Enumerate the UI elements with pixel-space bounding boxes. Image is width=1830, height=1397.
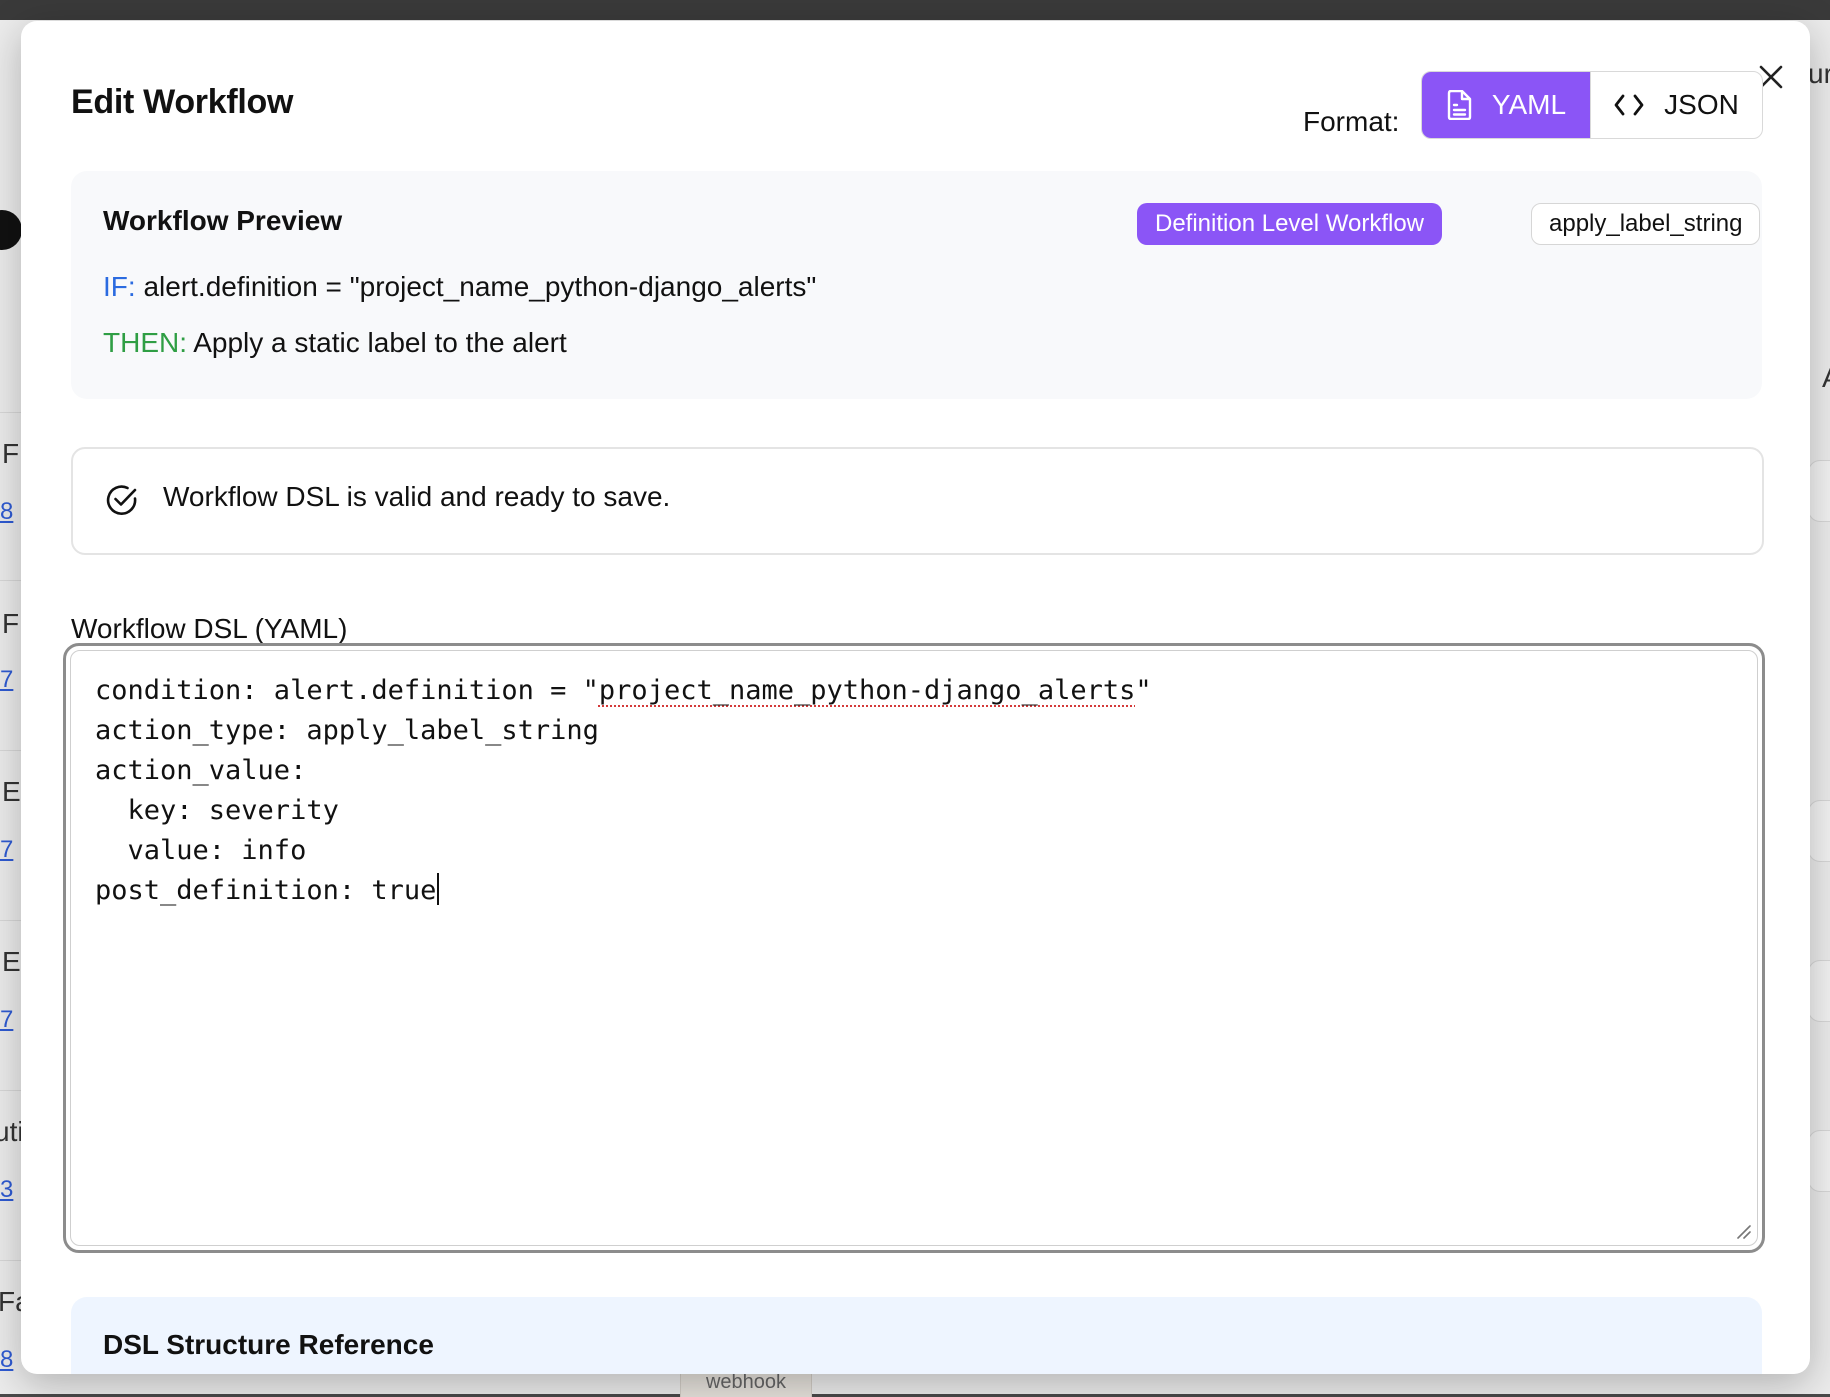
spellcheck-flagged-text: project_name_python-django_alerts [598, 675, 1136, 706]
background-link[interactable]: 7 [0, 666, 13, 694]
code-line: action_type: apply_label_string [95, 715, 599, 746]
background-text: A [1822, 362, 1830, 394]
background-text: ur [1808, 58, 1830, 89]
format-json-label: JSON [1664, 89, 1739, 120]
background-divider [0, 750, 22, 751]
check-circle-icon [106, 485, 137, 515]
resize-handle-icon[interactable] [1733, 1221, 1751, 1239]
background-control [1808, 460, 1830, 522]
document-icon [1447, 90, 1472, 120]
background-divider [0, 1090, 22, 1091]
workflow-preview-title: Workflow Preview [103, 205, 343, 236]
then-keyword: THEN: [103, 327, 187, 358]
code-brackets-icon [1614, 94, 1644, 116]
background-text: E [2, 946, 21, 977]
dsl-editor-focus-ring: condition: alert.definition = "project_n… [63, 643, 1765, 1253]
code-line: value: info [95, 835, 307, 866]
preview-condition: IF: alert.definition = "project_name_pyt… [103, 271, 816, 303]
code-line: condition: alert.definition = "project_n… [95, 671, 1733, 711]
format-yaml-button[interactable]: YAML [1422, 72, 1590, 138]
format-label: Format: [1303, 106, 1400, 137]
validation-status: Workflow DSL is valid and ready to save. [71, 447, 1764, 555]
background-link[interactable]: 7 [0, 1006, 13, 1034]
backdrop-top-bar [0, 0, 1830, 20]
code-text: condition: alert.definition = " [95, 675, 599, 706]
background-text: F [2, 608, 20, 639]
background-link[interactable]: 8 [0, 498, 13, 526]
background-link[interactable]: 3 [0, 1176, 13, 1204]
validation-message: Workflow DSL is valid and ready to save. [163, 481, 671, 512]
background-text: F [2, 438, 20, 469]
code-line: action_value: [95, 755, 307, 786]
text-caret [437, 873, 440, 905]
dsl-editor[interactable]: condition: alert.definition = "project_n… [70, 650, 1758, 1246]
dsl-label: Workflow DSL (YAML) [71, 613, 348, 644]
workflow-preview-panel: Workflow Preview Definition Level Workfl… [71, 171, 1762, 399]
background-text: E [2, 776, 21, 807]
format-json-button[interactable]: JSON [1590, 72, 1762, 138]
code-line: key: severity [95, 795, 339, 826]
dsl-reference-title: DSL Structure Reference [103, 1329, 434, 1360]
edit-workflow-modal: Edit Workflow Format: YAML JSON Workflow… [21, 21, 1810, 1374]
code-line-last: post_definition: true [95, 871, 1733, 911]
background-link[interactable]: 7 [0, 836, 13, 864]
code-text: " [1135, 675, 1152, 706]
code-text: post_definition: true [95, 875, 437, 906]
background-control [1808, 1130, 1830, 1192]
background-divider [0, 920, 22, 921]
background-control [1808, 800, 1830, 862]
background-divider [0, 580, 22, 581]
action-type-badge: apply_label_string [1531, 203, 1761, 245]
preview-action: THEN: Apply a static label to the alert [103, 327, 567, 359]
modal-title: Edit Workflow [71, 83, 294, 121]
dsl-reference-panel: DSL Structure Reference [71, 1297, 1762, 1374]
background-divider [0, 1260, 22, 1261]
action-text: Apply a static label to the alert [187, 327, 567, 358]
workflow-level-badge: Definition Level Workflow [1137, 203, 1443, 245]
background-control [1808, 960, 1830, 1022]
condition-text: alert.definition = "project_name_python-… [135, 271, 817, 302]
background-divider [0, 412, 22, 413]
format-toggle: YAML JSON [1421, 71, 1763, 139]
background-link[interactable]: 8 [0, 1346, 13, 1374]
format-yaml-label: YAML [1491, 89, 1567, 120]
if-keyword: IF: [103, 271, 136, 302]
